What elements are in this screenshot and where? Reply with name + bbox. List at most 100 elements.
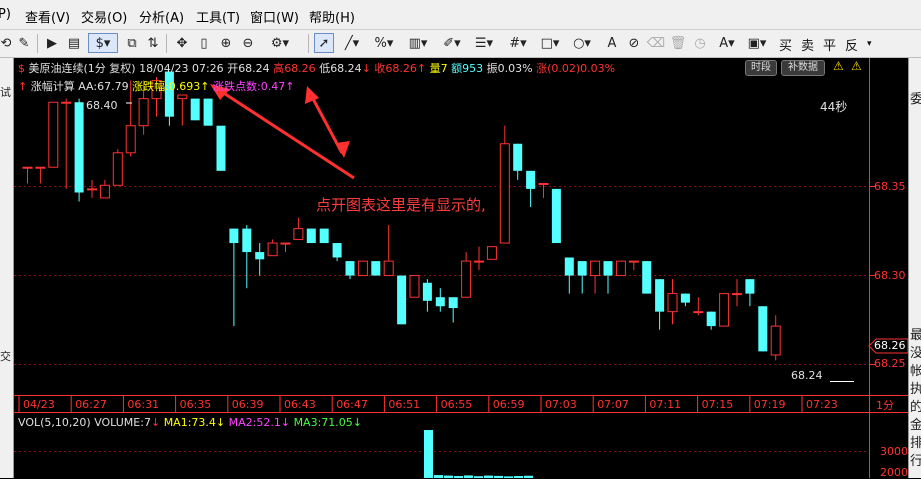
candle-body <box>22 166 33 169</box>
time-tick-label: 06:59 <box>492 398 525 411</box>
arrow-up-icon: ↑ <box>416 62 427 75</box>
color-a-icon[interactable]: A▾ <box>714 33 740 53</box>
current-price-label: 68.26 <box>874 339 906 352</box>
candle-body <box>461 260 472 298</box>
time-tick-label: 06:55 <box>440 398 473 411</box>
right-panel-label: 金 <box>910 414 921 433</box>
left-side-panel: 试 交 <box>0 58 14 478</box>
indicator-amp-value: 0.693 <box>168 80 201 93</box>
candle-up <box>280 242 291 253</box>
sell-button[interactable]: 卖 <box>801 35 814 54</box>
sync-icon[interactable]: ⇅ <box>143 33 163 53</box>
symbol-header: $ 美原油连续(1分 复权) 18/04/23 07:26 开68.24 高68… <box>18 60 615 76</box>
text-icon[interactable]: A <box>602 33 622 53</box>
indicator-amp-label: 涨跌幅: <box>132 80 169 93</box>
candle-body <box>474 260 484 263</box>
trash-icon[interactable]: 🗑 <box>668 33 688 53</box>
candle-body <box>758 306 768 352</box>
price-chart[interactable] <box>14 58 908 478</box>
candle-up <box>409 275 420 298</box>
circle-icon[interactable]: ○▾ <box>568 33 596 53</box>
ruler-bar-icon[interactable]: ▥▾ <box>404 33 432 53</box>
candle-body <box>190 98 200 121</box>
arrow-down-icon: ↓ <box>352 416 362 429</box>
candle-up <box>48 101 59 168</box>
candle-body <box>112 152 123 186</box>
alert-icon[interactable]: ⚠ <box>833 59 844 73</box>
line-icon[interactable]: ╱▾ <box>338 33 366 53</box>
dollar-icon[interactable]: $▾ <box>88 33 118 53</box>
note-icon[interactable]: ▤ <box>64 33 84 53</box>
candle-body <box>99 184 110 199</box>
zoom-out-icon[interactable]: ⊖ <box>238 33 258 53</box>
candle-down <box>306 228 316 244</box>
menu-item-window[interactable]: 窗口(W) <box>250 7 299 26</box>
candle-body <box>642 261 652 294</box>
clock-icon[interactable]: ◷ <box>690 33 710 53</box>
move-icon[interactable]: ✥ <box>172 33 192 53</box>
candle-body <box>306 228 316 244</box>
candle-down <box>577 261 587 294</box>
menu-item-help[interactable]: 帮助(H) <box>309 7 355 26</box>
erase-icon[interactable]: ⌫ <box>646 33 666 53</box>
candle-body <box>138 98 149 127</box>
time-segment-button[interactable]: 时段 <box>745 60 777 76</box>
low-marker-label: 68.24 <box>791 369 823 382</box>
candle-body <box>628 260 639 263</box>
close-position-button[interactable]: 平 <box>823 35 836 54</box>
candle-down <box>603 261 613 294</box>
candle-body <box>87 188 97 191</box>
volume-current: VOLUME:7 <box>94 416 151 429</box>
play-icon[interactable]: ▶ <box>42 33 62 53</box>
candle-body <box>177 94 188 100</box>
clear-icon[interactable]: ⊘ <box>624 33 644 53</box>
menu-item-tools[interactable]: 工具(T) <box>196 7 240 26</box>
menu-item-file[interactable]: P) <box>0 7 11 22</box>
chevron-down-icon[interactable]: ▾ <box>867 39 872 49</box>
menu-item-view[interactable]: 查看(V) <box>25 7 70 26</box>
close-value: 68.26 <box>385 62 417 75</box>
time-tick-label: 07:11 <box>649 398 682 411</box>
volume-panel-header: VOL(5,10,20) VOLUME:7↓ MA1:73.4↓ MA2:52.… <box>18 416 362 429</box>
copy-icon[interactable]: ⧉ <box>122 33 142 53</box>
indicator-name: 涨幅计算 <box>30 80 75 93</box>
volume-ma2: MA2:52.1 <box>228 416 281 429</box>
candle-series <box>22 71 781 361</box>
candle-body <box>293 228 304 240</box>
toolbar-separator <box>166 34 167 53</box>
toolbar: ⟲ ✎ ▶ ▤ $▾ ⧉ ⇅ ✥ ▯ ⊕ ⊖ ⚙▾ ➚ ╱▾ %▾ ▥▾ ✐▾ … <box>0 30 921 58</box>
save-icon[interactable]: ▣▾ <box>744 33 770 53</box>
candle-up <box>667 279 678 325</box>
buy-button[interactable]: 买 <box>779 35 792 54</box>
candle-up <box>615 260 626 277</box>
candle-body <box>435 297 445 307</box>
candle-up <box>538 182 549 198</box>
pen-icon[interactable]: ✐▾ <box>438 33 466 53</box>
reverse-button[interactable]: 反 <box>845 35 858 54</box>
warning-icon[interactable]: ⚠ <box>851 59 862 73</box>
candle-down <box>642 261 652 294</box>
ruler-icon[interactable]: ▯ <box>194 33 214 53</box>
rect-icon[interactable]: □▾ <box>536 33 564 53</box>
cursor-icon[interactable]: ➚ <box>314 33 334 53</box>
edit-icon[interactable]: ✎ <box>14 33 34 53</box>
candle-down <box>190 98 200 121</box>
candle-body <box>615 260 626 277</box>
time-tick-label: 07:15 <box>701 398 734 411</box>
percent-icon[interactable]: %▾ <box>370 33 398 53</box>
candle-down <box>397 275 407 325</box>
close-label: 收 <box>374 62 386 75</box>
bars-icon[interactable]: ☰▾ <box>470 33 498 53</box>
candle-up <box>99 179 110 199</box>
fill-data-button[interactable]: 补数据 <box>781 60 825 76</box>
right-panel-label: 执 <box>910 378 921 397</box>
candle-up <box>590 260 601 294</box>
candle-up <box>357 260 368 277</box>
candle-up <box>61 98 72 189</box>
settings-icon[interactable]: ⚙▾ <box>266 33 294 53</box>
menu-item-trade[interactable]: 交易(O) <box>81 7 127 26</box>
candle-up <box>461 252 472 298</box>
menu-item-analysis[interactable]: 分析(A) <box>139 7 184 26</box>
zoom-in-icon[interactable]: ⊕ <box>216 33 236 53</box>
grid-icon[interactable]: #▾ <box>504 33 532 53</box>
